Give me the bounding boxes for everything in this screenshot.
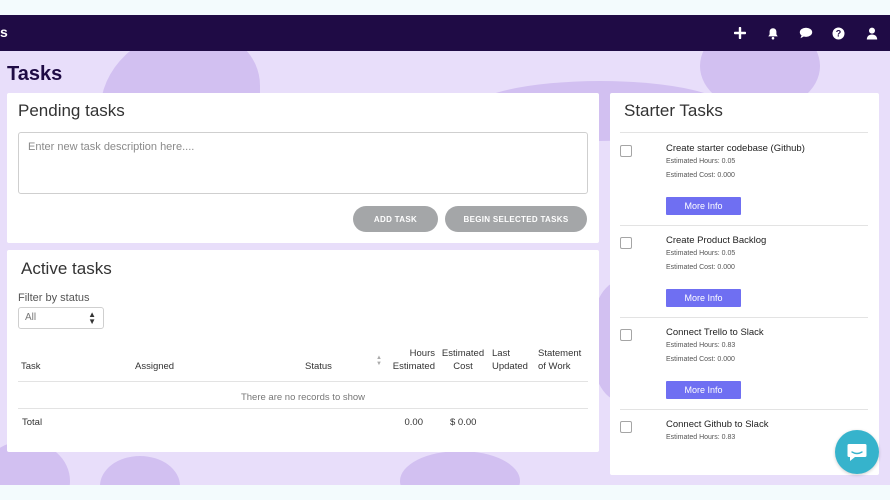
top-nav-icons: ?: [731, 15, 880, 51]
decorative-shape: [100, 456, 180, 485]
column-cost-line1: Estimated: [441, 348, 485, 359]
starter-tasks-title: Starter Tasks: [624, 101, 723, 120]
starter-task-cost: Estimated Cost: 0.000: [666, 356, 735, 363]
column-hours-line2: Estimated: [392, 361, 435, 372]
empty-table-message: There are no records to show: [240, 392, 366, 403]
active-tasks-title: Active tasks: [21, 259, 112, 278]
column-sow-line2: of Work: [538, 361, 571, 372]
column-assigned[interactable]: Assigned: [135, 360, 174, 373]
starter-task-name: Connect Github to Slack: [666, 419, 769, 430]
starter-divider: [620, 409, 868, 410]
chat-icon[interactable]: [797, 25, 814, 42]
more-info-button[interactable]: More Info: [666, 381, 741, 399]
user-icon[interactable]: [863, 25, 880, 42]
starter-task-cost: Estimated Cost: 0.000: [666, 172, 735, 179]
pending-tasks-card: Pending tasks ADD TASK BEGIN SELECTED TA…: [7, 93, 599, 243]
add-task-button[interactable]: ADD TASK: [353, 206, 438, 232]
table-header-divider: [18, 381, 588, 382]
starter-task-hours: Estimated Hours: 0.05: [666, 158, 736, 165]
starter-task-name: Create Product Backlog: [666, 235, 767, 246]
starter-task-checkbox[interactable]: [620, 329, 632, 341]
help-icon[interactable]: ?: [830, 25, 847, 42]
column-cost-line2: Cost: [453, 361, 473, 372]
starter-task-cost: Estimated Cost: 0.000: [666, 264, 735, 271]
column-last-line2: Updated: [492, 361, 528, 372]
total-hours: 0.00: [404, 417, 424, 428]
top-nav-bar: s ?: [0, 15, 890, 51]
status-filter-select[interactable]: All ▲ ▼: [18, 307, 104, 329]
starter-task-name: Create starter codebase (Github): [666, 143, 805, 154]
chat-bubble-icon: [847, 444, 867, 461]
starter-task-checkbox[interactable]: [620, 421, 632, 433]
starter-task-checkbox[interactable]: [620, 237, 632, 249]
column-last-line1: Last: [492, 348, 510, 359]
active-tasks-card: Active tasks Filter by status All ▲ ▼ Tas…: [7, 250, 599, 452]
filter-label: Filter by status: [18, 292, 90, 304]
starter-task-checkbox[interactable]: [620, 145, 632, 157]
starter-tasks-card: Starter Tasks Create starter codebase (G…: [610, 93, 879, 475]
column-hours-line1: Hours: [409, 348, 435, 359]
column-last-updated[interactable]: Last Updated: [492, 347, 528, 373]
task-description-input[interactable]: [18, 132, 588, 194]
starter-task-hours: Estimated Hours: 0.05: [666, 250, 736, 257]
decorative-shape: [400, 451, 520, 485]
column-estimated-cost[interactable]: Estimated Cost: [439, 347, 487, 373]
column-sow-line1: Statement: [538, 348, 582, 359]
starter-divider: [620, 317, 868, 318]
total-label: Total: [22, 417, 43, 428]
chat-support-button[interactable]: [835, 430, 879, 474]
table-body-divider: [18, 408, 588, 409]
plus-icon[interactable]: [731, 25, 748, 42]
sort-icon[interactable]: ▲ ▼: [376, 355, 382, 367]
starter-task-name: Connect Trello to Slack: [666, 327, 764, 338]
page-title: Tasks: [7, 63, 63, 85]
status-filter-value: All: [25, 312, 37, 323]
bell-icon[interactable]: [764, 25, 781, 42]
more-info-button[interactable]: More Info: [666, 197, 741, 215]
column-hours-estimated[interactable]: Hours Estimated: [390, 347, 435, 373]
more-info-button[interactable]: More Info: [666, 289, 741, 307]
starter-divider: [620, 225, 868, 226]
column-statement-of-work[interactable]: Statement of Work: [538, 347, 581, 373]
starter-divider: [620, 132, 868, 133]
brand-name[interactable]: s: [0, 24, 8, 40]
column-task[interactable]: Task: [21, 360, 41, 373]
total-cost: $ 0.00: [450, 417, 477, 428]
select-arrows-icon: ▲ ▼: [88, 310, 96, 326]
starter-task-hours: Estimated Hours: 0.83: [666, 342, 736, 349]
svg-text:?: ?: [836, 28, 842, 38]
begin-selected-tasks-button[interactable]: BEGIN SELECTED TASKS: [445, 206, 587, 232]
column-status[interactable]: Status: [305, 360, 332, 373]
pending-tasks-title: Pending tasks: [18, 101, 125, 120]
starter-task-hours: Estimated Hours: 0.83: [666, 434, 736, 441]
